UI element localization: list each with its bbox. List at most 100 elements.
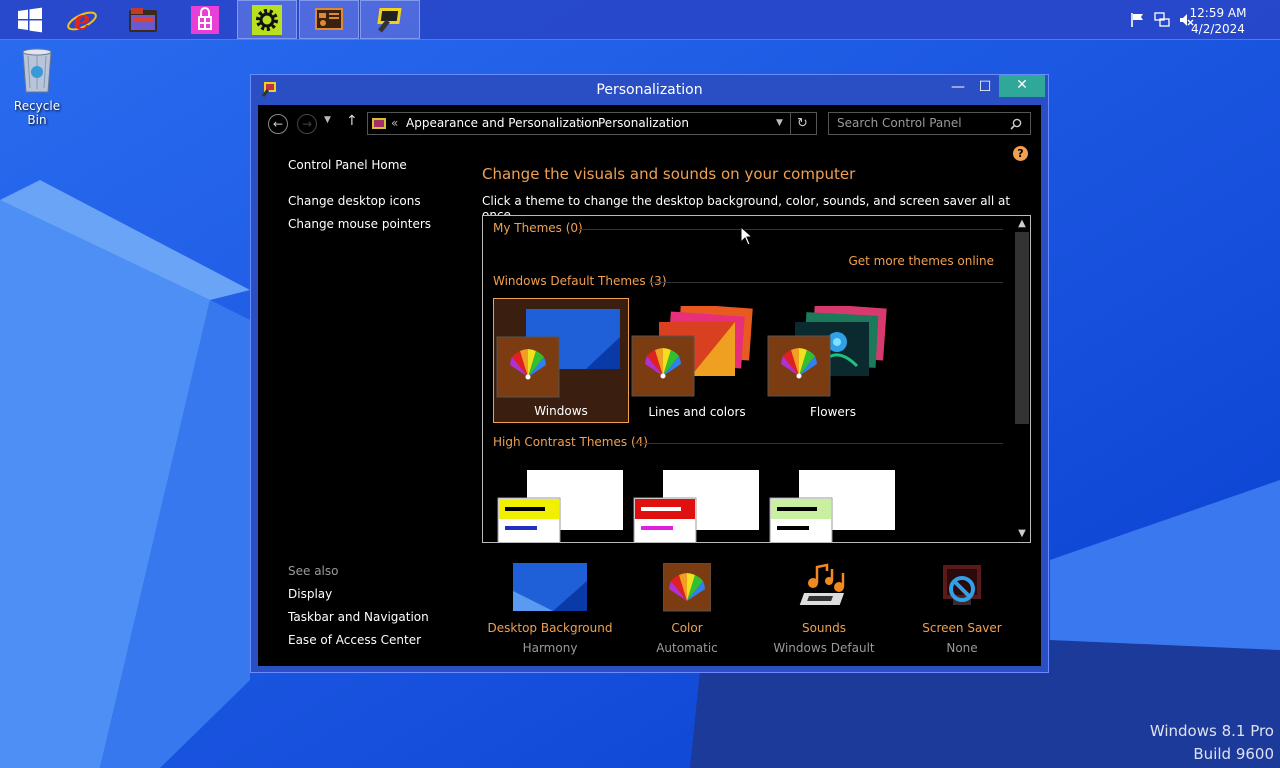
address-divider [790, 113, 791, 134]
sounds-title: Sounds [801, 621, 847, 635]
flag-icon[interactable] [1130, 12, 1146, 28]
my-themes-heading: My Themes (0) [493, 221, 583, 235]
breadcrumb-personalization[interactable]: Personalization [598, 113, 689, 134]
color-fan-icon [510, 349, 546, 380]
taskbar-control-panel-button[interactable] [299, 0, 359, 39]
watermark-edition: Windows 8.1 Pro [1149, 722, 1274, 740]
ease-of-access-link[interactable]: Ease of Access Center [288, 633, 421, 647]
refresh-icon[interactable]: ↻ [797, 113, 808, 134]
get-more-themes-link[interactable]: Get more themes online [848, 254, 994, 268]
screen-saver-setting[interactable]: Screen Saver None [897, 563, 1027, 655]
svg-text:e: e [74, 6, 91, 36]
recent-pages-chevron-icon[interactable]: ▼ [324, 115, 331, 125]
taskbar-personalization-button[interactable] [360, 0, 420, 39]
taskbar: e 12:59 AM 4/2/2024 [0, 0, 1280, 40]
address-dropdown-icon[interactable]: ▼ [776, 113, 783, 134]
desktop-background-icon [513, 563, 587, 613]
see-also-heading: See also [288, 564, 339, 578]
color-value: Automatic [656, 641, 718, 655]
theme-list: My Themes (0) Get more themes online Win… [482, 215, 1031, 543]
desktop-background-setting[interactable]: Desktop Background Harmony [485, 563, 615, 655]
gear-icon [252, 4, 282, 35]
screen-saver-icon [937, 563, 987, 613]
mouse-cursor-icon [740, 226, 754, 246]
group-divider [633, 443, 1003, 444]
breadcrumb-appearance[interactable]: Appearance and Personalization [406, 113, 599, 134]
watermark-build: Build 9600 [1193, 745, 1274, 763]
sounds-icon [799, 563, 849, 613]
forward-button[interactable]: → [297, 114, 317, 134]
up-arrow-icon[interactable]: ↑ [346, 113, 358, 129]
group-divider [649, 282, 1003, 283]
color-fan-icon [781, 348, 817, 379]
help-icon[interactable]: ? [1013, 146, 1028, 161]
theme-windows-label: Windows [534, 404, 588, 418]
page-heading: Change the visuals and sounds on your co… [482, 165, 856, 183]
sounds-setting[interactable]: Sounds Windows Default [759, 563, 889, 655]
taskbar-navigation-link[interactable]: Taskbar and Navigation [288, 610, 429, 624]
control-panel-address-icon [372, 118, 386, 129]
start-button[interactable] [0, 0, 60, 39]
window-titlebar[interactable]: Personalization — ☐ ✕ [251, 75, 1048, 105]
control-panel-home-link[interactable]: Control Panel Home [288, 158, 407, 172]
taskbar-clock[interactable]: 12:59 AM 4/2/2024 [1188, 5, 1248, 37]
back-button[interactable]: ← [268, 114, 288, 134]
high-contrast-heading: High Contrast Themes (4) [493, 435, 648, 449]
high-contrast-theme-2[interactable] [633, 470, 763, 543]
scroll-up-icon[interactable]: ▲ [1014, 216, 1030, 232]
color-fan-icon [645, 348, 681, 379]
recycle-bin-desktop-icon[interactable]: Recycle Bin [4, 46, 70, 127]
folder-icon [129, 7, 157, 32]
theme-flowers[interactable]: Flowers [765, 298, 901, 423]
high-contrast-theme-3[interactable] [769, 470, 899, 543]
close-button[interactable]: ✕ [999, 75, 1045, 97]
sounds-value: Windows Default [773, 641, 875, 655]
screen-saver-value: None [946, 641, 978, 655]
color-setting[interactable]: Color Automatic [622, 562, 752, 655]
theme-lines-and-colors[interactable]: Lines and colors [629, 298, 765, 423]
scrollbar-thumb[interactable] [1015, 232, 1029, 424]
change-mouse-pointers-link[interactable]: Change mouse pointers [288, 217, 431, 231]
taskbar-ie-button[interactable]: e [52, 0, 112, 39]
taskbar-explorer-button[interactable] [113, 0, 173, 39]
address-bar[interactable]: « Appearance and Personalization › Perso… [367, 112, 817, 135]
default-themes-heading: Windows Default Themes (3) [493, 274, 667, 288]
desktop-background-title: Desktop Background [487, 621, 613, 635]
display-link[interactable]: Display [288, 587, 332, 601]
screen-saver-title: Screen Saver [922, 621, 1002, 635]
taskbar-store-button[interactable] [175, 0, 235, 39]
breadcrumb-separator-icon[interactable]: › [579, 113, 584, 134]
group-divider [579, 229, 1003, 230]
recycle-bin-label: Recycle Bin [13, 99, 61, 127]
windows-watermark: Windows 8.1 Pro Build 9600 [1150, 720, 1274, 766]
breadcrumb-overflow-icon[interactable]: « [391, 113, 398, 134]
theme-list-scrollbar[interactable]: ▲ ▼ [1014, 216, 1030, 542]
arrow-right-icon: → [301, 117, 313, 131]
search-icon[interactable] [1010, 118, 1022, 130]
window-client-area: ← → ▼ ↑ « Appearance and Personalization… [258, 105, 1041, 666]
control-panel-icon [315, 7, 343, 30]
recycle-bin-icon [22, 48, 52, 93]
high-contrast-theme-1[interactable] [497, 470, 627, 543]
personalization-window: Personalization — ☐ ✕ ← → ▼ ↑ « Appearan… [250, 74, 1049, 673]
theme-lines-and-colors-label: Lines and colors [648, 405, 746, 419]
desktop-background-value: Harmony [522, 641, 578, 655]
maximize-button[interactable]: ☐ [968, 77, 1002, 99]
theme-flowers-label: Flowers [810, 405, 856, 419]
arrow-left-icon: ← [272, 117, 284, 131]
theme-windows[interactable]: Windows [493, 298, 629, 423]
search-input[interactable]: Search Control Panel [828, 112, 1031, 135]
clock-time: 12:59 AM [1189, 6, 1247, 20]
personalization-icon [377, 7, 402, 33]
window-title: Personalization [596, 82, 703, 98]
network-icon[interactable] [1154, 12, 1170, 28]
windows-logo-icon [18, 7, 42, 32]
change-desktop-icons-link[interactable]: Change desktop icons [288, 194, 421, 208]
ie-icon: e [67, 6, 97, 36]
scroll-down-icon[interactable]: ▼ [1014, 526, 1030, 542]
clock-date: 4/2/2024 [1191, 22, 1245, 36]
store-icon [191, 5, 219, 34]
color-icon [662, 562, 712, 613]
taskbar-settings-button[interactable] [237, 0, 297, 39]
color-title: Color [671, 621, 703, 635]
